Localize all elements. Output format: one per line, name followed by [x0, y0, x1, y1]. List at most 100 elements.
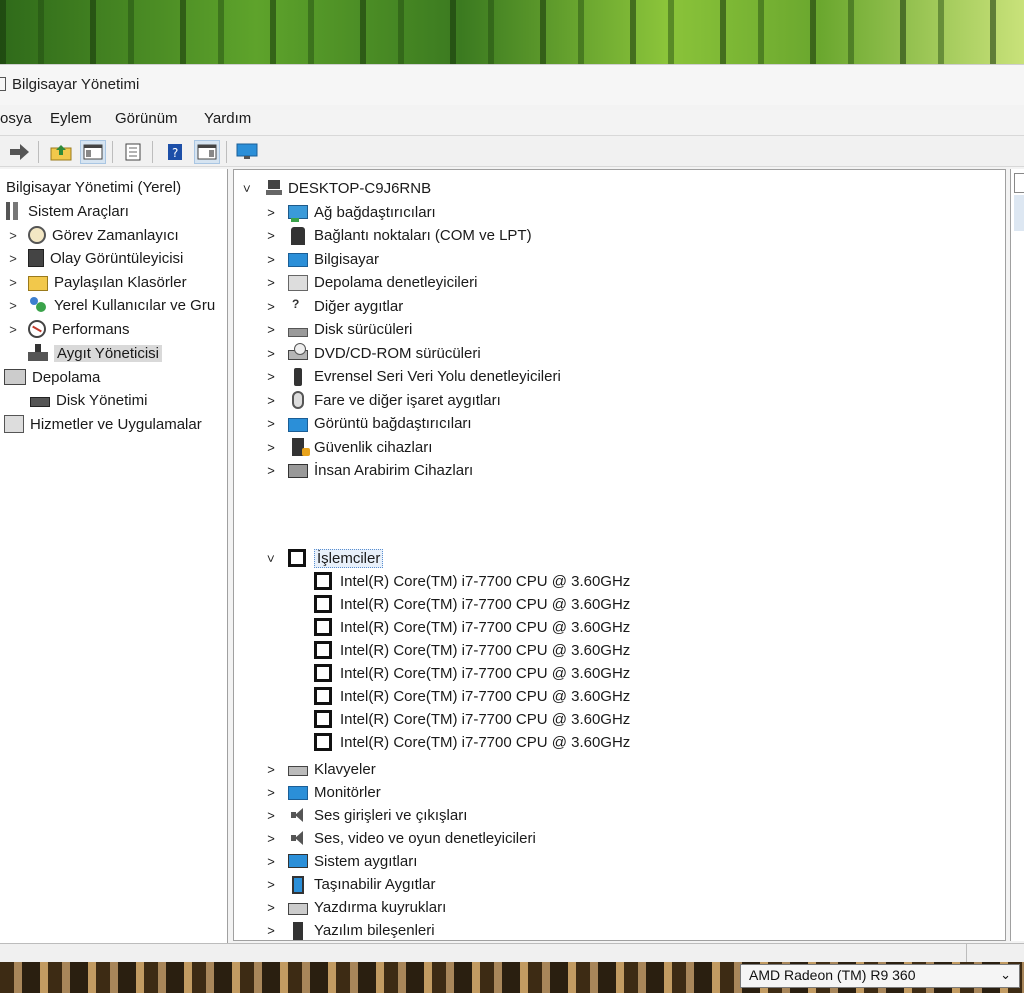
- hid-icon: [288, 463, 308, 478]
- device-category[interactable]: > Depolama denetleyicileri: [264, 272, 477, 294]
- menu-help[interactable]: Yardım: [204, 110, 251, 127]
- tree-system-tools[interactable]: Sistem Araçları: [4, 200, 129, 222]
- tree-item-device-manager[interactable]: Aygıt Yöneticisi: [28, 342, 163, 364]
- device-category[interactable]: > İnsan Arabirim Cihazları: [264, 460, 473, 482]
- chevron-right-icon[interactable]: >: [264, 346, 278, 361]
- processor-item[interactable]: Intel(R) Core(TM) i7-7700 CPU @ 3.60GHz: [314, 708, 630, 730]
- chevron-right-icon[interactable]: >: [264, 275, 278, 290]
- chevron-right-icon[interactable]: >: [264, 762, 278, 777]
- processor-item[interactable]: Intel(R) Core(TM) i7-7700 CPU @ 3.60GHz: [314, 639, 630, 661]
- chevron-right-icon[interactable]: >: [264, 463, 278, 478]
- properties-icon[interactable]: [120, 140, 146, 164]
- device-category[interactable]: > DVD/CD-ROM sürücüleri: [264, 342, 481, 364]
- system-devices-icon: [288, 854, 308, 869]
- chevron-right-icon[interactable]: >: [264, 831, 278, 846]
- processor-item[interactable]: Intel(R) Core(TM) i7-7700 CPU @ 3.60GHz: [314, 731, 630, 753]
- chevron-right-icon[interactable]: >: [6, 322, 20, 337]
- tree-item-event-viewer[interactable]: > Olay Görüntüleyicisi: [6, 247, 183, 269]
- chevron-down-icon[interactable]: >: [240, 181, 255, 195]
- device-category[interactable]: > Klavyeler: [264, 758, 376, 780]
- action-pane: [1010, 169, 1024, 941]
- processor-item[interactable]: Intel(R) Core(TM) i7-7700 CPU @ 3.60GHz: [314, 616, 630, 638]
- device-category[interactable]: > Evrensel Seri Veri Yolu denetleyicileri: [264, 366, 561, 388]
- chevron-right-icon[interactable]: >: [264, 228, 278, 243]
- device-category[interactable]: > Monitörler: [264, 781, 381, 803]
- device-category-label: Ses girişleri ve çıkışları: [314, 806, 468, 824]
- device-category[interactable]: > Ses, video ve oyun denetleyicileri: [264, 827, 536, 849]
- show-hide-tree-icon[interactable]: [80, 140, 106, 164]
- device-category[interactable]: > Ağ bağdaştırıcıları: [264, 201, 436, 223]
- window-title: Bilgisayar Yönetimi: [12, 76, 140, 93]
- tree-item-local-users[interactable]: > Yerel Kullanıcılar ve Gru: [6, 294, 215, 316]
- device-category[interactable]: > Görüntü bağdaştırıcıları: [264, 413, 471, 435]
- tree-disk-management[interactable]: Disk Yönetimi: [30, 389, 147, 411]
- network-adapter-icon: [288, 205, 308, 222]
- tree-item-shared-folders[interactable]: > Paylaşılan Klasörler: [6, 271, 187, 293]
- chevron-right-icon[interactable]: >: [264, 299, 278, 314]
- chevron-right-icon[interactable]: >: [264, 322, 278, 337]
- users-icon: [28, 296, 48, 314]
- chevron-right-icon[interactable]: >: [6, 275, 20, 290]
- title-bar[interactable]: Bilgisayar Yönetimi: [0, 65, 1024, 105]
- chevron-down-icon[interactable]: >: [264, 551, 279, 565]
- device-category[interactable]: > Yazılım bileşenleri: [264, 920, 435, 940]
- processor-item[interactable]: Intel(R) Core(TM) i7-7700 CPU @ 3.60GHz: [314, 570, 630, 592]
- device-category[interactable]: > Güvenlik cihazları: [264, 436, 432, 458]
- processor-label: Intel(R) Core(TM) i7-7700 CPU @ 3.60GHz: [340, 572, 631, 590]
- device-category[interactable]: > Disk sürücüleri: [264, 319, 412, 341]
- device-category-label: İnsan Arabirim Cihazları: [314, 462, 474, 479]
- chevron-right-icon[interactable]: >: [264, 369, 278, 384]
- chevron-right-icon[interactable]: >: [264, 205, 278, 220]
- device-category[interactable]: > Yazdırma kuyrukları: [264, 897, 446, 919]
- menu-file[interactable]: osya: [0, 110, 32, 127]
- chevron-right-icon[interactable]: >: [264, 900, 278, 915]
- device-category-processors[interactable]: > İşlemciler: [264, 547, 384, 569]
- gpu-dropdown[interactable]: AMD Radeon (TM) R9 360 ⌄: [740, 964, 1020, 988]
- show-action-pane-icon[interactable]: [194, 140, 220, 164]
- device-category-label: Sistem aygıtları: [314, 852, 418, 870]
- chevron-right-icon[interactable]: >: [264, 877, 278, 892]
- chevron-right-icon[interactable]: >: [6, 228, 20, 243]
- device-category[interactable]: > Ses girişleri ve çıkışları: [264, 804, 467, 826]
- device-category[interactable]: > Sistem aygıtları: [264, 850, 417, 872]
- computer-name: DESKTOP-C9J6RNB: [288, 179, 432, 197]
- tree-storage[interactable]: Depolama: [4, 366, 100, 388]
- tree-item-task-scheduler[interactable]: > Görev Zamanlayıcı: [6, 224, 179, 246]
- up-folder-icon[interactable]: [48, 140, 74, 164]
- device-category[interactable]: > Fare ve diğer işaret aygıtları: [264, 389, 501, 411]
- tree-item-performance[interactable]: > Performans: [6, 318, 130, 340]
- menu-action[interactable]: Eylem: [50, 110, 92, 127]
- device-category-label: Monitörler: [314, 783, 381, 801]
- device-category[interactable]: > Bağlantı noktaları (COM ve LPT): [264, 225, 532, 247]
- device-category[interactable]: > Taşınabilir Aygıtlar: [264, 874, 435, 896]
- chevron-right-icon[interactable]: >: [264, 252, 278, 267]
- chevron-right-icon[interactable]: >: [264, 854, 278, 869]
- chevron-right-icon[interactable]: >: [264, 785, 278, 800]
- chevron-right-icon[interactable]: >: [264, 808, 278, 823]
- chevron-right-icon[interactable]: >: [264, 416, 278, 431]
- monitor-icon[interactable]: [234, 140, 260, 164]
- help-icon[interactable]: ?: [162, 140, 188, 164]
- forward-icon[interactable]: [6, 140, 32, 164]
- device-tree-root[interactable]: > DESKTOP-C9J6RNB: [240, 177, 432, 199]
- action-pane-bar[interactable]: [1014, 195, 1024, 231]
- chevron-right-icon[interactable]: >: [264, 393, 278, 408]
- chevron-right-icon[interactable]: >: [264, 440, 278, 455]
- processor-item[interactable]: Intel(R) Core(TM) i7-7700 CPU @ 3.60GHz: [314, 593, 630, 615]
- disk-icon: [30, 397, 50, 407]
- chevron-right-icon[interactable]: >: [264, 923, 278, 938]
- processor-label: Intel(R) Core(TM) i7-7700 CPU @ 3.60GHz: [340, 641, 631, 659]
- device-category[interactable]: > Bilgisayar: [264, 248, 379, 270]
- chevron-right-icon[interactable]: >: [6, 251, 20, 266]
- processor-item[interactable]: Intel(R) Core(TM) i7-7700 CPU @ 3.60GHz: [314, 662, 630, 684]
- tree-root[interactable]: Bilgisayar Yönetimi (Yerel): [6, 176, 181, 198]
- tree-services[interactable]: Hizmetler ve Uygulamalar: [4, 413, 202, 435]
- device-category[interactable]: > Diğer aygıtlar: [264, 295, 403, 317]
- chevron-down-icon[interactable]: ⌄: [1000, 967, 1011, 983]
- chevron-right-icon[interactable]: >: [6, 298, 20, 313]
- monitor-icon: [288, 786, 308, 801]
- action-pane-header[interactable]: [1014, 173, 1024, 193]
- menu-view[interactable]: Görünüm: [115, 110, 178, 127]
- processor-item[interactable]: Intel(R) Core(TM) i7-7700 CPU @ 3.60GHz: [314, 685, 630, 707]
- processor-label: Intel(R) Core(TM) i7-7700 CPU @ 3.60GHz: [340, 595, 631, 613]
